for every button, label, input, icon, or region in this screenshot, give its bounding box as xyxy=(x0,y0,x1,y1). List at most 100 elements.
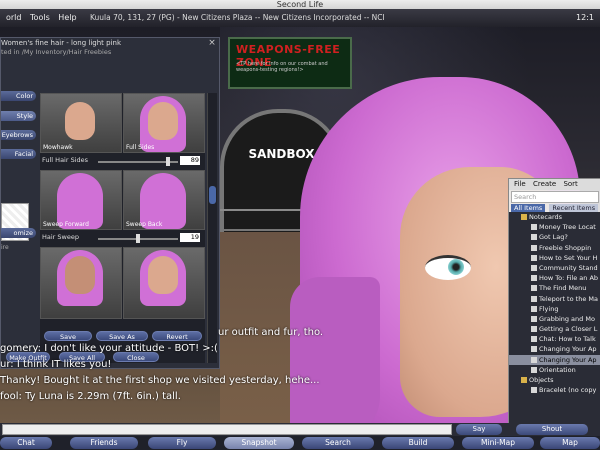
style-thumb-5[interactable] xyxy=(40,247,122,319)
menu-help[interactable]: Help xyxy=(58,9,76,27)
inventory-item-label: The Find Menu xyxy=(539,284,587,293)
inventory-window: File Create Sort Search All Items Recent… xyxy=(508,178,600,425)
slider-full-hair-sides[interactable]: Full Hair Sides 89 xyxy=(40,156,200,167)
inventory-menu-create[interactable]: Create xyxy=(533,179,556,190)
inventory-item[interactable]: The Find Menu xyxy=(509,283,600,293)
inventory-item[interactable]: How To: File an Ab xyxy=(509,273,600,283)
slider-label: Hair Sweep xyxy=(42,233,79,241)
bottom-toolbar: Chat Friends Fly Snapshot Search Build M… xyxy=(0,436,600,450)
avatar-head-icon xyxy=(65,256,95,294)
friends-button[interactable]: Friends xyxy=(70,437,138,449)
region-info[interactable]: Kuula 70, 131, 27 (PG) - New Citizens Pl… xyxy=(90,9,385,27)
inventory-item-label: Flying xyxy=(539,304,559,313)
slider-hair-sweep[interactable]: Hair Sweep 19 xyxy=(40,233,200,244)
menu-world[interactable]: orld xyxy=(6,9,21,27)
thumb-label: Full Sides xyxy=(126,144,155,151)
side-tab-color[interactable]: Color xyxy=(1,91,36,101)
slider-value[interactable]: 89 xyxy=(180,156,200,165)
notecard-icon xyxy=(531,346,537,353)
slider-value[interactable]: 19 xyxy=(180,233,200,242)
notecard-icon xyxy=(531,315,537,322)
scrollbar-thumb[interactable] xyxy=(209,186,216,204)
notecard-icon xyxy=(531,275,537,282)
slider-label: Full Hair Sides xyxy=(42,156,89,164)
sign-text: <TP here for info on our combat and weap… xyxy=(236,61,328,73)
inventory-item-label: Community Stand xyxy=(539,263,598,272)
chat-button[interactable]: Chat xyxy=(0,437,52,449)
slider-knob[interactable] xyxy=(166,157,170,166)
notecard-icon xyxy=(531,244,537,251)
inventory-folder[interactable]: Notecards xyxy=(509,212,600,222)
map-button[interactable]: Map xyxy=(540,437,600,449)
slider-knob[interactable] xyxy=(136,234,140,243)
style-thumb-6[interactable] xyxy=(123,247,205,319)
inventory-item-label: Freebie Shoppin xyxy=(539,243,592,252)
inventory-item[interactable]: Money Tree Locat xyxy=(509,222,600,232)
weapons-free-sign[interactable]: WEAPONS-FREE ZONE <TP here for info on o… xyxy=(228,37,352,89)
inventory-menu: File Create Sort xyxy=(509,179,600,190)
side-tab-style[interactable]: Style xyxy=(1,111,36,121)
side-tab-facial[interactable]: Facial xyxy=(1,149,36,159)
search-button[interactable]: Search xyxy=(302,437,374,449)
inventory-item[interactable]: How to Set Your H xyxy=(509,253,600,263)
chat-line: fool: Ty Luna is 2.29m (7ft. 6in.) tall. xyxy=(0,391,181,402)
inventory-item[interactable]: Flying xyxy=(509,304,600,314)
thumb-label: Sweep Forward xyxy=(43,221,89,228)
inventory-item[interactable]: Got Lag? xyxy=(509,232,600,242)
inventory-item[interactable]: Bracelet (no copy xyxy=(509,385,600,395)
chat-line: ur outfit and fur, tho. xyxy=(218,327,324,338)
inventory-item-label: Changing Your Ap xyxy=(539,355,597,364)
panel-path: ted in /My Inventory/Hair Freebies xyxy=(1,48,112,56)
notecard-icon xyxy=(531,264,537,271)
folder-icon xyxy=(521,214,527,220)
style-thumb-full-sides[interactable]: Full Sides xyxy=(123,93,205,153)
inventory-item[interactable]: Getting a Closer L xyxy=(509,324,600,334)
notecard-icon xyxy=(531,336,537,343)
thumb-label: Sweep Back xyxy=(126,221,163,228)
say-button[interactable]: Say xyxy=(456,424,502,435)
inventory-item-label: Money Tree Locat xyxy=(539,223,596,232)
menu-bar: orld Tools Help Kuula 70, 131, 27 (PG) -… xyxy=(0,9,600,27)
inventory-item-label: How To: File an Ab xyxy=(539,274,599,283)
inventory-item[interactable]: Changing Your Ap xyxy=(509,354,600,365)
chat-input[interactable] xyxy=(2,424,452,435)
menu-tools[interactable]: Tools xyxy=(30,9,50,27)
chat-line: ur: I think IT likes you! xyxy=(0,359,112,370)
style-thumb-sweep-forward[interactable]: Sweep Forward xyxy=(40,170,122,230)
inventory-item[interactable]: Grabbing and Mo xyxy=(509,314,600,324)
inventory-item-label: Teleport to the Ma xyxy=(539,294,598,303)
avatar-head-icon xyxy=(148,256,178,294)
close-icon[interactable]: × xyxy=(207,38,217,48)
inventory-menu-sort[interactable]: Sort xyxy=(563,179,577,190)
inventory-item-label: Grabbing and Mo xyxy=(539,314,595,323)
notecard-icon xyxy=(531,387,537,394)
inventory-item-label: Chat: How to Talk xyxy=(539,335,596,344)
side-tab-eyebrows[interactable]: Eyebrows xyxy=(1,130,36,140)
inventory-menu-file[interactable]: File xyxy=(514,179,526,190)
appearance-panel: Women's fine hair - long light pink ted … xyxy=(0,37,220,369)
inventory-folder[interactable]: Objects xyxy=(509,375,600,385)
snapshot-button[interactable]: Snapshot xyxy=(224,437,294,449)
shout-button[interactable]: Shout xyxy=(516,424,588,435)
avatar-head-icon xyxy=(148,102,178,140)
inventory-item[interactable]: Teleport to the Ma xyxy=(509,294,600,304)
fly-button[interactable]: Fly xyxy=(148,437,216,449)
vertical-scrollbar[interactable] xyxy=(207,93,217,363)
side-tab-customize[interactable]: omize xyxy=(1,228,36,238)
chat-bar: Say Shout xyxy=(0,423,600,436)
inventory-item[interactable]: Changing Your Ap xyxy=(509,344,600,354)
style-thumb-mowhawk[interactable]: Mowhawk xyxy=(40,93,122,153)
inventory-item-label: How to Set Your H xyxy=(539,253,598,262)
thumb-label: Mowhawk xyxy=(43,144,73,151)
build-button[interactable]: Build xyxy=(382,437,454,449)
mini-map-button[interactable]: Mini-Map xyxy=(462,437,534,449)
inventory-item[interactable]: Freebie Shoppin xyxy=(509,243,600,253)
notecard-icon xyxy=(531,305,537,312)
inventory-item[interactable]: Community Stand xyxy=(509,263,600,273)
inventory-search-input[interactable]: Search xyxy=(511,191,599,203)
inventory-item[interactable]: Chat: How to Talk xyxy=(509,334,600,344)
style-thumb-sweep-back[interactable]: Sweep Back xyxy=(123,170,205,230)
inventory-item[interactable]: Orientation xyxy=(509,365,600,375)
avatar-iris xyxy=(448,259,464,275)
folder-icon xyxy=(521,377,527,383)
